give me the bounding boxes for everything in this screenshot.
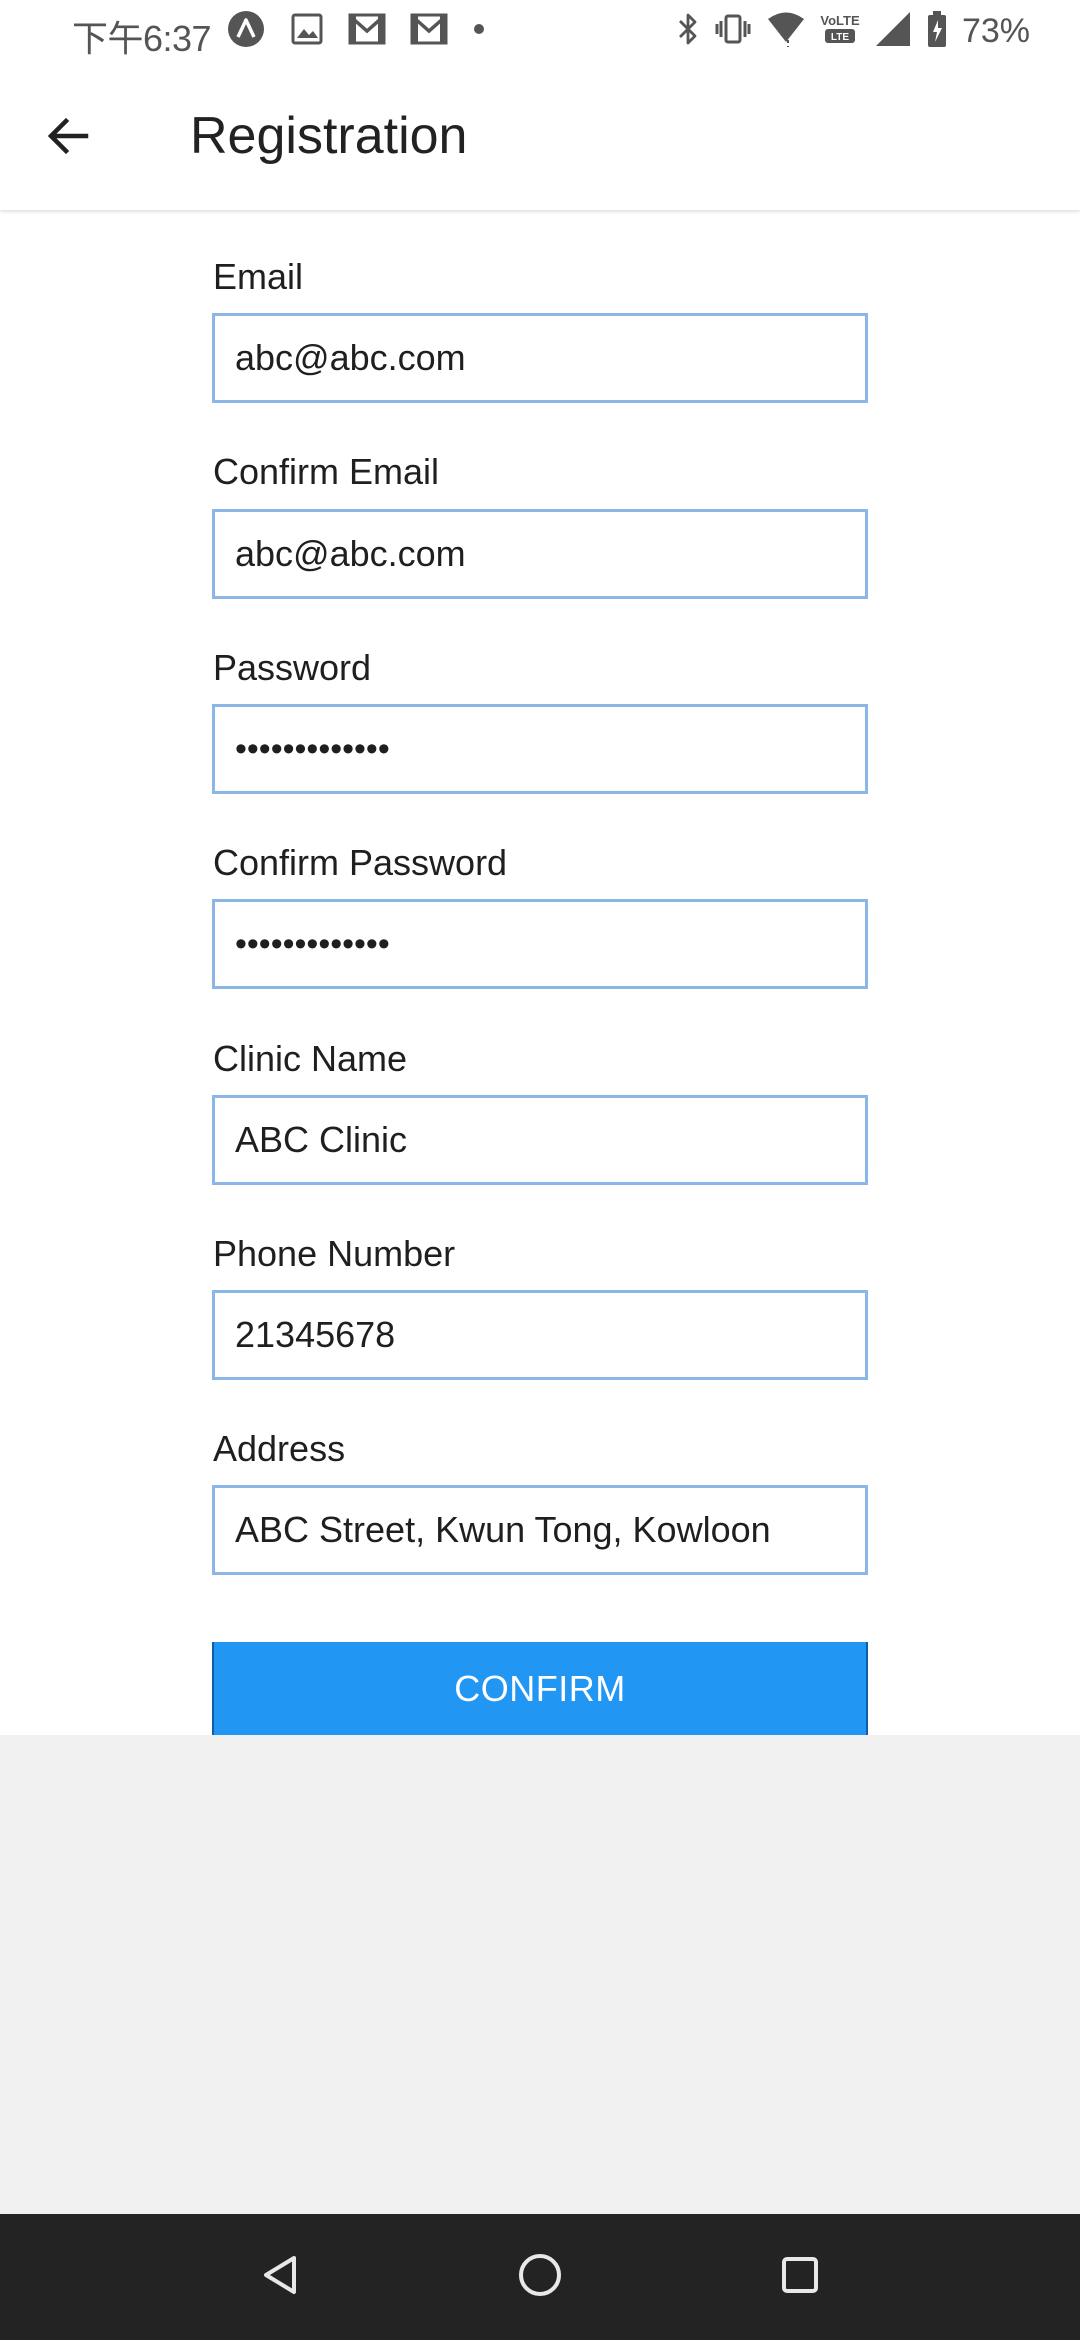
gmail-icon bbox=[410, 13, 448, 50]
back-button[interactable] bbox=[30, 100, 106, 176]
gmail-icon bbox=[348, 13, 386, 50]
password-field[interactable] bbox=[212, 704, 868, 794]
nav-home-button[interactable] bbox=[510, 2247, 570, 2307]
home-circle-icon bbox=[516, 2251, 564, 2304]
arrow-back-icon bbox=[44, 112, 92, 165]
battery-percent: 73% bbox=[961, 11, 1030, 50]
image-icon bbox=[290, 12, 324, 51]
volte-icon: VoLTE LTE bbox=[820, 10, 860, 53]
system-nav-bar bbox=[0, 2214, 1080, 2340]
address-field[interactable] bbox=[212, 1485, 868, 1575]
system-icons: VoLTE LTE 73% bbox=[676, 10, 1030, 52]
confirm-password-label: Confirm Password bbox=[213, 842, 508, 883]
battery-icon bbox=[926, 10, 948, 53]
dot-icon bbox=[472, 22, 486, 41]
nav-recents-button[interactable] bbox=[770, 2247, 830, 2307]
recents-square-icon bbox=[778, 2253, 822, 2302]
nav-back-button[interactable] bbox=[250, 2247, 310, 2307]
address-label: Address bbox=[213, 1428, 346, 1469]
confirm-button[interactable]: CONFIRM bbox=[212, 1642, 868, 1735]
vibrate-icon bbox=[714, 10, 752, 53]
phone-number-field[interactable] bbox=[212, 1290, 868, 1380]
svg-text:VoLTE: VoLTE bbox=[820, 13, 860, 28]
confirm-email-label: Confirm Email bbox=[213, 451, 440, 492]
wifi-icon bbox=[766, 10, 806, 53]
confirm-email-field[interactable] bbox=[212, 509, 868, 599]
phone-number-label: Phone Number bbox=[213, 1233, 456, 1274]
confirm-password-field[interactable] bbox=[212, 899, 868, 989]
vpn-icon bbox=[226, 9, 266, 54]
svg-text:LTE: LTE bbox=[831, 32, 849, 43]
password-label: Password bbox=[213, 647, 372, 688]
status-bar: 下午6:37 VoLTE LTE 73% bbox=[0, 0, 1080, 62]
page-title: Registration bbox=[190, 107, 468, 165]
app-bar: Registration bbox=[0, 62, 1080, 210]
back-triangle-icon bbox=[258, 2253, 302, 2302]
notification-icons bbox=[226, 10, 486, 51]
clinic-name-label: Clinic Name bbox=[213, 1038, 408, 1079]
email-label: Email bbox=[213, 256, 304, 297]
email-field[interactable] bbox=[212, 313, 868, 403]
registration-form: Email Confirm Email Password Confirm Pas… bbox=[0, 210, 1080, 1735]
status-time: 下午6:37 bbox=[72, 18, 212, 59]
signal-icon bbox=[874, 10, 912, 53]
clinic-name-field[interactable] bbox=[212, 1095, 868, 1185]
bluetooth-icon bbox=[676, 10, 700, 53]
